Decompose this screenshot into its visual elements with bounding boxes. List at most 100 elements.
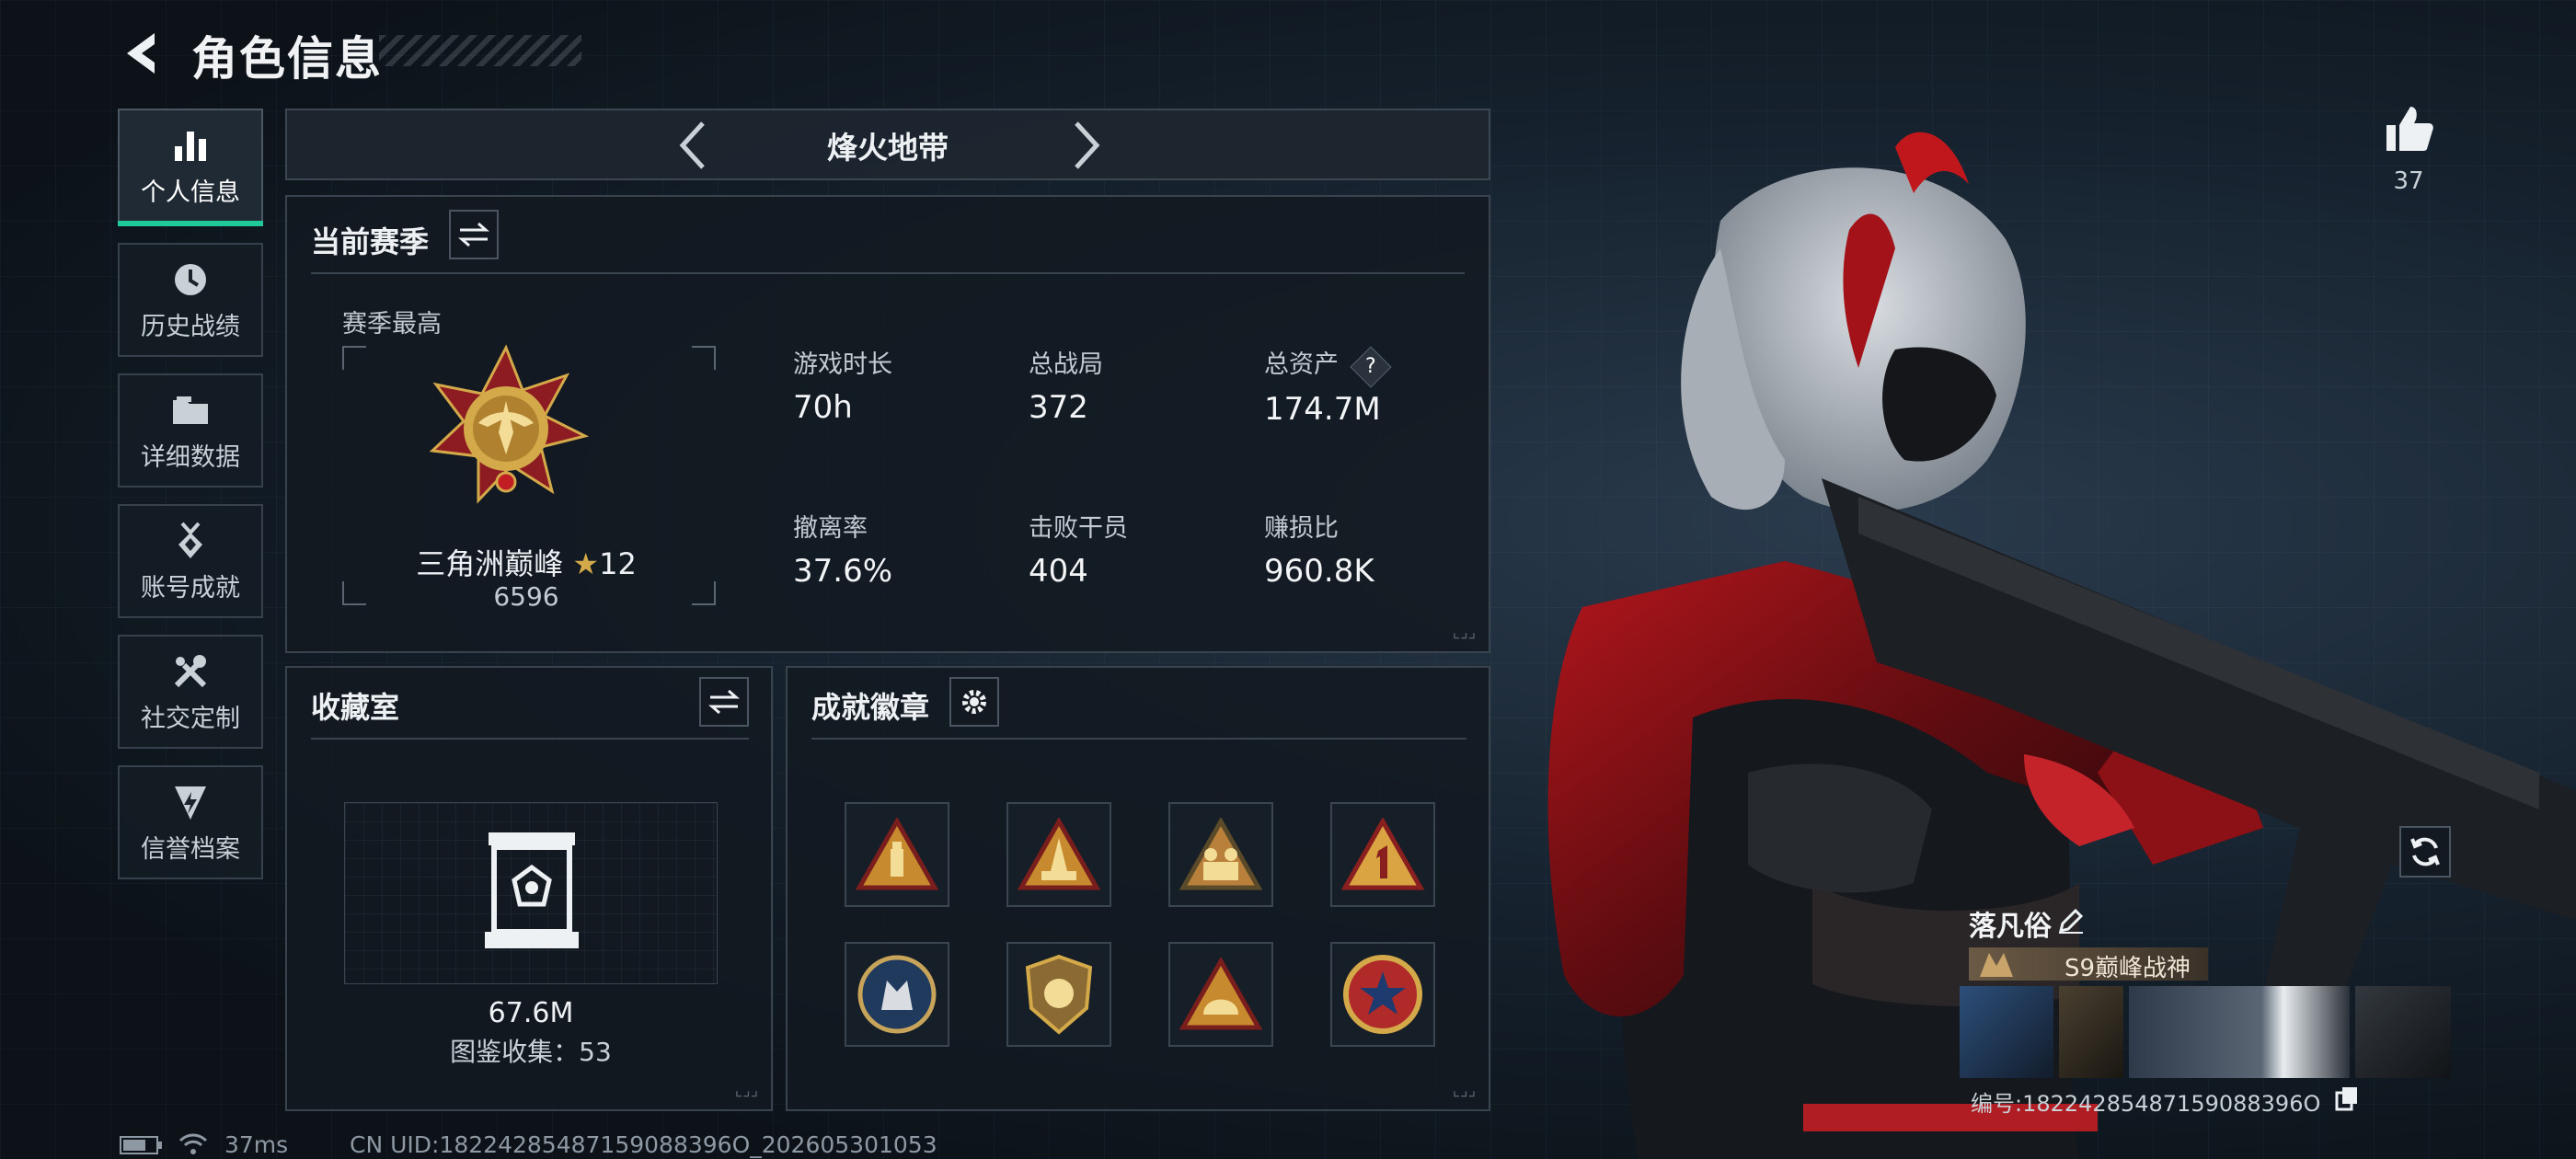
stat-value: 404 <box>1029 553 1088 590</box>
player-id: 编号:18224285487159088396O <box>1971 1091 2321 1117</box>
round-star-badge[interactable] <box>1330 942 1435 1047</box>
copy-icon[interactable] <box>2335 1085 2359 1111</box>
title-emblem-icon <box>1980 953 2013 977</box>
edit-pencil-icon[interactable] <box>2057 907 2085 935</box>
title-badge[interactable]: S9巅峰战神 <box>1969 947 2208 982</box>
rank-info: 三角洲巅峰 ★12 <box>287 541 765 583</box>
stat-value: 174.7M <box>1264 391 1381 428</box>
achievements-panel: 成就徽章 ⌞⌟⌟ <box>786 666 1490 1111</box>
sidebar-item-label: 信誉档案 <box>141 834 240 864</box>
stat-label: 赚损比 <box>1264 514 1339 543</box>
sidebar-item-history[interactable]: 历史战绩 <box>118 243 263 357</box>
collection-count: 图鉴收集：53 <box>450 1037 612 1067</box>
display-case-icon <box>485 832 579 948</box>
triangle-squad-badge[interactable] <box>1168 802 1273 907</box>
uid-text: CN UID:18224285487159088396O_20260530105… <box>350 1131 937 1158</box>
frame-corner <box>692 346 716 370</box>
sidebar-item-label: 账号成就 <box>141 573 240 602</box>
round-wolf-badge[interactable] <box>845 942 949 1047</box>
collection-display[interactable] <box>344 802 718 984</box>
rank-stars: 12 <box>599 546 637 581</box>
achievement-settings-button[interactable] <box>949 677 999 727</box>
swap-icon <box>458 222 489 247</box>
season-title: 当前赛季 <box>311 224 430 259</box>
switch-collection-button[interactable] <box>699 677 749 727</box>
swap-icon <box>708 689 740 715</box>
next-mode-arrow-icon[interactable] <box>1069 118 1106 173</box>
shield-fist-badge[interactable] <box>1006 942 1111 1047</box>
sidebar-item-details[interactable]: 详细数据 <box>118 373 263 488</box>
season-panel: 当前赛季 赛季最高 三角洲巅峰 ★12 6596 游戏时长 70h 总战局 37… <box>285 195 1490 653</box>
triangle-rocket-badge[interactable] <box>1006 802 1111 907</box>
collection-panel: 收藏室 67.6M 图鉴收集：53 ⌞⌟⌟ <box>285 666 773 1111</box>
stat-value: 372 <box>1029 389 1088 426</box>
stat-label-text: 总资产 <box>1264 350 1339 379</box>
shield-bolt-icon <box>175 786 206 820</box>
title-badge-text: S9巅峰战神 <box>2064 955 2191 982</box>
stat-total-assets: 总资产 ? 174.7M <box>1264 344 1392 428</box>
sidebar-item-achievements[interactable]: 账号成就 <box>118 504 263 618</box>
triangle-number-one-badge[interactable] <box>1330 802 1435 907</box>
star-icon: ★ <box>572 546 600 581</box>
help-icon[interactable]: ? <box>1349 346 1392 388</box>
panel-corner-mark: ⌞⌟⌟ <box>1452 1081 1476 1100</box>
showcase-image <box>2355 986 2451 1078</box>
collection-title: 收藏室 <box>311 690 400 725</box>
history-clock-icon <box>175 263 206 295</box>
title-decoration <box>379 35 581 66</box>
frame-corner <box>342 346 366 370</box>
refresh-outfit-button[interactable] <box>2399 826 2451 878</box>
stat-operators-defeated: 击败干员 404 <box>1029 508 1128 590</box>
sidebar-item-social[interactable]: 社交定制 <box>118 635 263 749</box>
panel-corner-mark: ⌞⌟⌟ <box>734 1081 758 1100</box>
sidebar-item-label: 历史战绩 <box>141 312 240 341</box>
back-arrow-icon[interactable] <box>118 28 169 79</box>
rank-score: 6596 <box>493 581 559 612</box>
player-name: 落凡俗 <box>1969 911 2052 943</box>
stat-profit-loss-ratio: 赚损比 960.8K <box>1264 508 1374 590</box>
sidebar-item-personal-info[interactable]: 个人信息 <box>118 109 263 226</box>
page-title: 角色信息 <box>191 32 383 86</box>
stat-label: 击败干员 <box>1029 514 1128 543</box>
tools-icon <box>174 654 207 687</box>
sidebar-item-label: 社交定制 <box>141 704 240 733</box>
wifi-icon <box>178 1133 208 1154</box>
panel-corner-mark: ⌞⌟⌟ <box>1452 623 1476 642</box>
switch-season-button[interactable] <box>449 210 499 259</box>
sidebar-item-label: 详细数据 <box>141 442 240 472</box>
divider <box>311 738 749 740</box>
stat-value: 960.8K <box>1264 553 1374 590</box>
rank-name: 三角洲巅峰 <box>416 546 564 581</box>
achievements-title: 成就徽章 <box>811 690 930 725</box>
stat-label: 总战局 <box>1029 350 1103 379</box>
thumbs-up-icon[interactable] <box>2383 103 2434 155</box>
mode-selector: 烽火地带 <box>285 109 1490 180</box>
gear-icon <box>962 690 986 714</box>
stat-label: 游戏时长 <box>793 350 892 379</box>
showcase-image <box>2059 986 2123 1078</box>
refresh-icon <box>2410 837 2440 866</box>
sidebar-item-label: 个人信息 <box>141 178 240 207</box>
mode-name: 烽火地带 <box>827 130 949 166</box>
like-count: 37 <box>2393 167 2424 195</box>
collection-value: 67.6M <box>488 997 574 1029</box>
stat-total-matches: 总战局 372 <box>1029 344 1103 426</box>
stat-value: 37.6% <box>793 553 893 590</box>
season-best-label: 赛季最高 <box>342 310 442 339</box>
showcase-image <box>2129 986 2350 1078</box>
stat-label: 总资产 ? <box>1264 344 1392 388</box>
showcase-strip[interactable] <box>1960 986 2451 1078</box>
divider <box>811 738 1466 740</box>
triangle-ammo-badge[interactable] <box>845 802 949 907</box>
folder-icon <box>173 396 208 424</box>
triangle-helmet-badge[interactable] <box>1168 942 1273 1047</box>
medal-icon <box>178 522 202 558</box>
stat-play-time: 游戏时长 70h <box>793 344 892 426</box>
stat-value: 70h <box>793 389 853 426</box>
sidebar-item-credit[interactable]: 信誉档案 <box>118 765 263 879</box>
battery-icon <box>120 1136 162 1154</box>
rank-emblem-icon <box>429 344 589 504</box>
network-ping: 37ms <box>224 1131 289 1158</box>
stat-extraction-rate: 撤离率 37.6% <box>793 508 892 590</box>
showcase-image <box>1960 986 2053 1078</box>
